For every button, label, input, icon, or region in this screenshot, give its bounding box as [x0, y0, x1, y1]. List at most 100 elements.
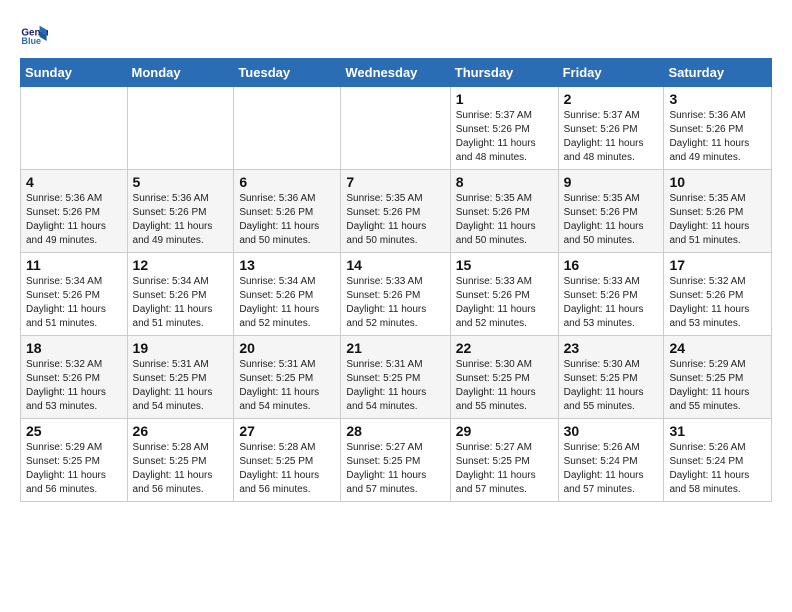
day-number: 11 [26, 257, 122, 273]
calendar-cell: 6 Sunrise: 5:36 AM Sunset: 5:26 PM Daylig… [234, 170, 341, 253]
day-number: 29 [456, 423, 553, 439]
day-info: Sunrise: 5:29 AM Sunset: 5:25 PM Dayligh… [26, 441, 122, 497]
calendar-cell: 14 Sunrise: 5:33 AM Sunset: 5:26 PM Dayli… [341, 253, 450, 336]
calendar-cell: 19Sunrise: 5:31 AM Sunset: 5:25 PM Dayli… [127, 336, 234, 419]
calendar-cell: 20 Sunrise: 5:31 AM Sunset: 5:25 PM Dayli… [234, 336, 341, 419]
page-header: General Blue [20, 20, 772, 48]
calendar-cell: 3 Sunrise: 5:36 AM Sunset: 5:26 PM Daylig… [664, 87, 772, 170]
day-number: 3 [669, 91, 766, 107]
day-number: 25 [26, 423, 122, 439]
day-info: Sunrise: 5:33 AM Sunset: 5:26 PM Dayligh… [456, 275, 553, 331]
day-number: 27 [239, 423, 335, 439]
day-number: 4 [26, 174, 122, 190]
weekday-header-friday: Friday [558, 59, 664, 87]
calendar-cell: 7 Sunrise: 5:35 AM Sunset: 5:26 PM Daylig… [341, 170, 450, 253]
day-info: Sunrise: 5:30 AM Sunset: 5:25 PM Dayligh… [564, 358, 659, 414]
day-number: 15 [456, 257, 553, 273]
calendar-cell: 4 Sunrise: 5:36 AM Sunset: 5:26 PM Daylig… [21, 170, 128, 253]
weekday-header-monday: Monday [127, 59, 234, 87]
weekday-header-tuesday: Tuesday [234, 59, 341, 87]
calendar-cell: 17 Sunrise: 5:32 AM Sunset: 5:26 PM Dayli… [664, 253, 772, 336]
day-number: 16 [564, 257, 659, 273]
day-number: 8 [456, 174, 553, 190]
day-number: 2 [564, 91, 659, 107]
day-info: Sunrise: 5:32 AM Sunset: 5:26 PM Dayligh… [669, 275, 766, 331]
day-info: Sunrise: 5:36 AM Sunset: 5:26 PM Dayligh… [239, 192, 335, 248]
day-number: 14 [346, 257, 444, 273]
day-number: 31 [669, 423, 766, 439]
calendar-cell: 10Sunrise: 5:35 AM Sunset: 5:26 PM Dayli… [664, 170, 772, 253]
calendar-cell [21, 87, 128, 170]
day-number: 24 [669, 340, 766, 356]
day-number: 22 [456, 340, 553, 356]
calendar-cell [341, 87, 450, 170]
day-info: Sunrise: 5:36 AM Sunset: 5:26 PM Dayligh… [26, 192, 122, 248]
day-info: Sunrise: 5:33 AM Sunset: 5:26 PM Dayligh… [564, 275, 659, 331]
day-info: Sunrise: 5:27 AM Sunset: 5:25 PM Dayligh… [456, 441, 553, 497]
day-number: 5 [133, 174, 229, 190]
day-number: 17 [669, 257, 766, 273]
day-info: Sunrise: 5:26 AM Sunset: 5:24 PM Dayligh… [669, 441, 766, 497]
calendar-cell: 13 Sunrise: 5:34 AM Sunset: 5:26 PM Dayli… [234, 253, 341, 336]
day-number: 18 [26, 340, 122, 356]
day-info: Sunrise: 5:28 AM Sunset: 5:25 PM Dayligh… [239, 441, 335, 497]
day-number: 1 [456, 91, 553, 107]
calendar-cell [234, 87, 341, 170]
day-number: 10 [669, 174, 766, 190]
calendar-cell [127, 87, 234, 170]
svg-text:Blue: Blue [21, 36, 41, 46]
day-info: Sunrise: 5:31 AM Sunset: 5:25 PM Dayligh… [133, 358, 229, 414]
day-info: Sunrise: 5:37 AM Sunset: 5:26 PM Dayligh… [564, 109, 659, 165]
weekday-header-sunday: Sunday [21, 59, 128, 87]
day-info: Sunrise: 5:34 AM Sunset: 5:26 PM Dayligh… [133, 275, 229, 331]
day-info: Sunrise: 5:35 AM Sunset: 5:26 PM Dayligh… [456, 192, 553, 248]
day-number: 28 [346, 423, 444, 439]
day-info: Sunrise: 5:37 AM Sunset: 5:26 PM Dayligh… [456, 109, 553, 165]
calendar-cell: 31 Sunrise: 5:26 AM Sunset: 5:24 PM Dayli… [664, 419, 772, 502]
day-info: Sunrise: 5:31 AM Sunset: 5:25 PM Dayligh… [239, 358, 335, 414]
calendar-cell: 5 Sunrise: 5:36 AM Sunset: 5:26 PM Daylig… [127, 170, 234, 253]
calendar-cell: 25 Sunrise: 5:29 AM Sunset: 5:25 PM Dayli… [21, 419, 128, 502]
day-info: Sunrise: 5:36 AM Sunset: 5:26 PM Dayligh… [669, 109, 766, 165]
day-info: Sunrise: 5:27 AM Sunset: 5:25 PM Dayligh… [346, 441, 444, 497]
day-number: 30 [564, 423, 659, 439]
calendar-cell: 23 Sunrise: 5:30 AM Sunset: 5:25 PM Dayli… [558, 336, 664, 419]
logo-icon: General Blue [20, 20, 48, 48]
day-info: Sunrise: 5:29 AM Sunset: 5:25 PM Dayligh… [669, 358, 766, 414]
day-info: Sunrise: 5:35 AM Sunset: 5:26 PM Dayligh… [346, 192, 444, 248]
calendar-cell: 24 Sunrise: 5:29 AM Sunset: 5:25 PM Dayli… [664, 336, 772, 419]
day-info: Sunrise: 5:26 AM Sunset: 5:24 PM Dayligh… [564, 441, 659, 497]
day-info: Sunrise: 5:28 AM Sunset: 5:25 PM Dayligh… [133, 441, 229, 497]
logo: General Blue [20, 20, 54, 48]
calendar-cell: 30 Sunrise: 5:26 AM Sunset: 5:24 PM Dayli… [558, 419, 664, 502]
day-number: 26 [133, 423, 229, 439]
calendar-cell: 21 Sunrise: 5:31 AM Sunset: 5:25 PM Dayli… [341, 336, 450, 419]
day-info: Sunrise: 5:34 AM Sunset: 5:26 PM Dayligh… [239, 275, 335, 331]
calendar-cell: 29 Sunrise: 5:27 AM Sunset: 5:25 PM Dayli… [450, 419, 558, 502]
calendar-cell: 9Sunrise: 5:35 AM Sunset: 5:26 PM Daylig… [558, 170, 664, 253]
calendar-cell: 16 Sunrise: 5:33 AM Sunset: 5:26 PM Dayli… [558, 253, 664, 336]
calendar-cell: 11 Sunrise: 5:34 AM Sunset: 5:26 PM Dayli… [21, 253, 128, 336]
day-number: 7 [346, 174, 444, 190]
day-number: 20 [239, 340, 335, 356]
day-number: 23 [564, 340, 659, 356]
day-info: Sunrise: 5:32 AM Sunset: 5:26 PM Dayligh… [26, 358, 122, 414]
weekday-header-thursday: Thursday [450, 59, 558, 87]
calendar-cell: 27 Sunrise: 5:28 AM Sunset: 5:25 PM Dayli… [234, 419, 341, 502]
day-info: Sunrise: 5:33 AM Sunset: 5:26 PM Dayligh… [346, 275, 444, 331]
calendar-cell: 15 Sunrise: 5:33 AM Sunset: 5:26 PM Dayli… [450, 253, 558, 336]
calendar-cell: 22 Sunrise: 5:30 AM Sunset: 5:25 PM Dayli… [450, 336, 558, 419]
calendar-cell: 28 Sunrise: 5:27 AM Sunset: 5:25 PM Dayli… [341, 419, 450, 502]
day-number: 21 [346, 340, 444, 356]
day-info: Sunrise: 5:30 AM Sunset: 5:25 PM Dayligh… [456, 358, 553, 414]
day-number: 13 [239, 257, 335, 273]
calendar-cell: 26 Sunrise: 5:28 AM Sunset: 5:25 PM Dayli… [127, 419, 234, 502]
calendar-table: SundayMondayTuesdayWednesdayThursdayFrid… [20, 58, 772, 502]
day-info: Sunrise: 5:34 AM Sunset: 5:26 PM Dayligh… [26, 275, 122, 331]
day-info: Sunrise: 5:35 AM Sunset: 5:26 PM Dayligh… [564, 192, 659, 248]
day-info: Sunrise: 5:36 AM Sunset: 5:26 PM Dayligh… [133, 192, 229, 248]
calendar-cell: 1 Sunrise: 5:37 AM Sunset: 5:26 PM Daylig… [450, 87, 558, 170]
day-info: Sunrise: 5:31 AM Sunset: 5:25 PM Dayligh… [346, 358, 444, 414]
weekday-header-saturday: Saturday [664, 59, 772, 87]
day-number: 6 [239, 174, 335, 190]
